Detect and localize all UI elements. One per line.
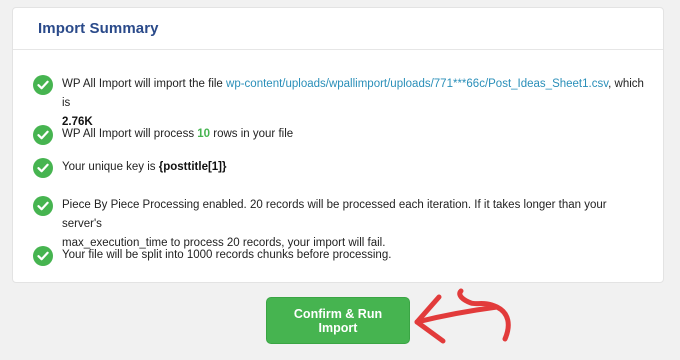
check-circle-icon	[33, 125, 53, 145]
summary-item-text: Your unique key is {posttitle[1]}	[62, 158, 227, 177]
summary-text: WP All Import will process	[62, 128, 198, 140]
summary-item-text: WP All Import will process 10 rows in yo…	[62, 125, 293, 144]
unique-key: {posttitle[1]}	[158, 161, 227, 173]
check-circle-icon	[33, 246, 53, 266]
rows-count: 10	[197, 128, 211, 140]
summary-item-text: Piece By Piece Processing enabled. 20 re…	[62, 196, 649, 253]
summary-item-file: WP All Import will import the file wp-co…	[33, 75, 649, 132]
panel-header: Import Summary	[13, 8, 663, 50]
summary-item-piece-by-piece: Piece By Piece Processing enabled. 20 re…	[33, 196, 649, 253]
summary-text: Your unique key is	[62, 161, 159, 173]
check-circle-icon	[33, 75, 53, 95]
confirm-run-import-button[interactable]: Confirm & Run Import	[266, 297, 410, 344]
summary-item-rows: WP All Import will process 10 rows in yo…	[33, 125, 649, 145]
import-summary-panel: Import Summary WP All Import will import…	[12, 7, 664, 283]
file-link[interactable]: wp-content/uploads/wpallimport/uploads/7…	[226, 78, 608, 90]
check-circle-icon	[33, 196, 53, 216]
summary-item-chunks: Your file will be split into 1000 record…	[33, 246, 649, 266]
summary-text: WP All Import will import the file	[62, 78, 227, 90]
summary-item-text: Your file will be split into 1000 record…	[62, 249, 392, 261]
annotation-arrow-icon	[414, 288, 511, 344]
check-circle-icon	[33, 158, 53, 178]
panel-title: Import Summary	[38, 20, 159, 37]
summary-item-unique-key: Your unique key is {posttitle[1]}	[33, 158, 649, 178]
summary-item-text: WP All Import will import the file wp-co…	[62, 75, 649, 132]
summary-text: Piece By Piece Processing enabled. 20 re…	[62, 199, 607, 230]
summary-text: rows in your file	[210, 128, 294, 140]
